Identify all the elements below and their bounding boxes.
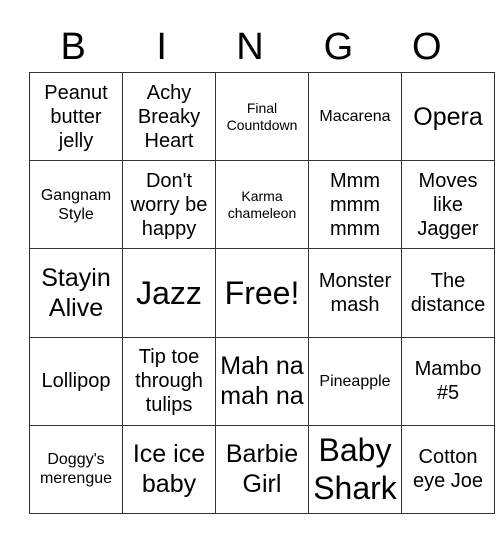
bingo-cell[interactable]: Moves like Jagger	[401, 160, 495, 250]
bingo-cell[interactable]: Gangnam Style	[29, 160, 123, 250]
header-letter-i: I	[156, 26, 167, 68]
header-letter-n: N	[236, 26, 264, 68]
bingo-cell[interactable]: Barbie Girl	[215, 424, 309, 515]
bingo-cell[interactable]: Achy Breaky Heart	[122, 71, 216, 162]
bingo-cell[interactable]: Mmm mmm mmm	[308, 160, 402, 250]
bingo-card: Peanut butter jelly Achy Breaky Heart Fina…	[29, 71, 495, 515]
bingo-cell[interactable]: The distance	[401, 248, 495, 338]
bingo-cell[interactable]: Final Countdown	[215, 71, 309, 162]
bingo-cell[interactable]: Macarena	[308, 71, 402, 162]
bingo-row: Gangnam Style Don't worry be happy Karma c…	[29, 160, 495, 250]
bingo-cell[interactable]: Mah na mah na	[215, 336, 309, 426]
free-space-cell[interactable]: Free!	[215, 248, 309, 338]
bingo-cell[interactable]: Lollipop	[29, 336, 123, 426]
bingo-cell[interactable]: Monster mash	[308, 248, 402, 338]
bingo-row: Lollipop Tip toe through tulips Mah na mah…	[29, 336, 495, 426]
bingo-cell[interactable]: Jazz	[122, 248, 216, 338]
header-letter-g: G	[323, 26, 354, 68]
bingo-cell[interactable]: Peanut butter jelly	[29, 71, 123, 162]
bingo-header: B I N G O	[29, 22, 471, 72]
bingo-cell[interactable]: Mambo #5	[401, 336, 495, 426]
bingo-cell[interactable]: Baby Shark	[308, 424, 402, 515]
bingo-row: Stayin Alive Jazz Free! Monster mash The dis…	[29, 248, 495, 338]
bingo-row: Peanut butter jelly Achy Breaky Heart Fina…	[29, 71, 495, 162]
bingo-cell[interactable]: Stayin Alive	[29, 248, 123, 338]
bingo-cell[interactable]: Ice ice baby	[122, 424, 216, 515]
header-letter-o: O	[412, 26, 442, 68]
header-letter-b: B	[60, 26, 86, 68]
bingo-cell[interactable]: Pineapple	[308, 336, 402, 426]
bingo-cell[interactable]: Don't worry be happy	[122, 160, 216, 250]
bingo-cell[interactable]: Opera	[401, 71, 495, 162]
bingo-cell[interactable]: Cotton eye Joe	[401, 424, 495, 515]
bingo-cell[interactable]: Tip toe through tulips	[122, 336, 216, 426]
bingo-cell[interactable]: Doggy's merengue	[29, 424, 123, 515]
bingo-cell[interactable]: Karma chameleon	[215, 160, 309, 250]
bingo-row: Doggy's merengue Ice ice baby Barbie Girl B…	[29, 424, 495, 515]
